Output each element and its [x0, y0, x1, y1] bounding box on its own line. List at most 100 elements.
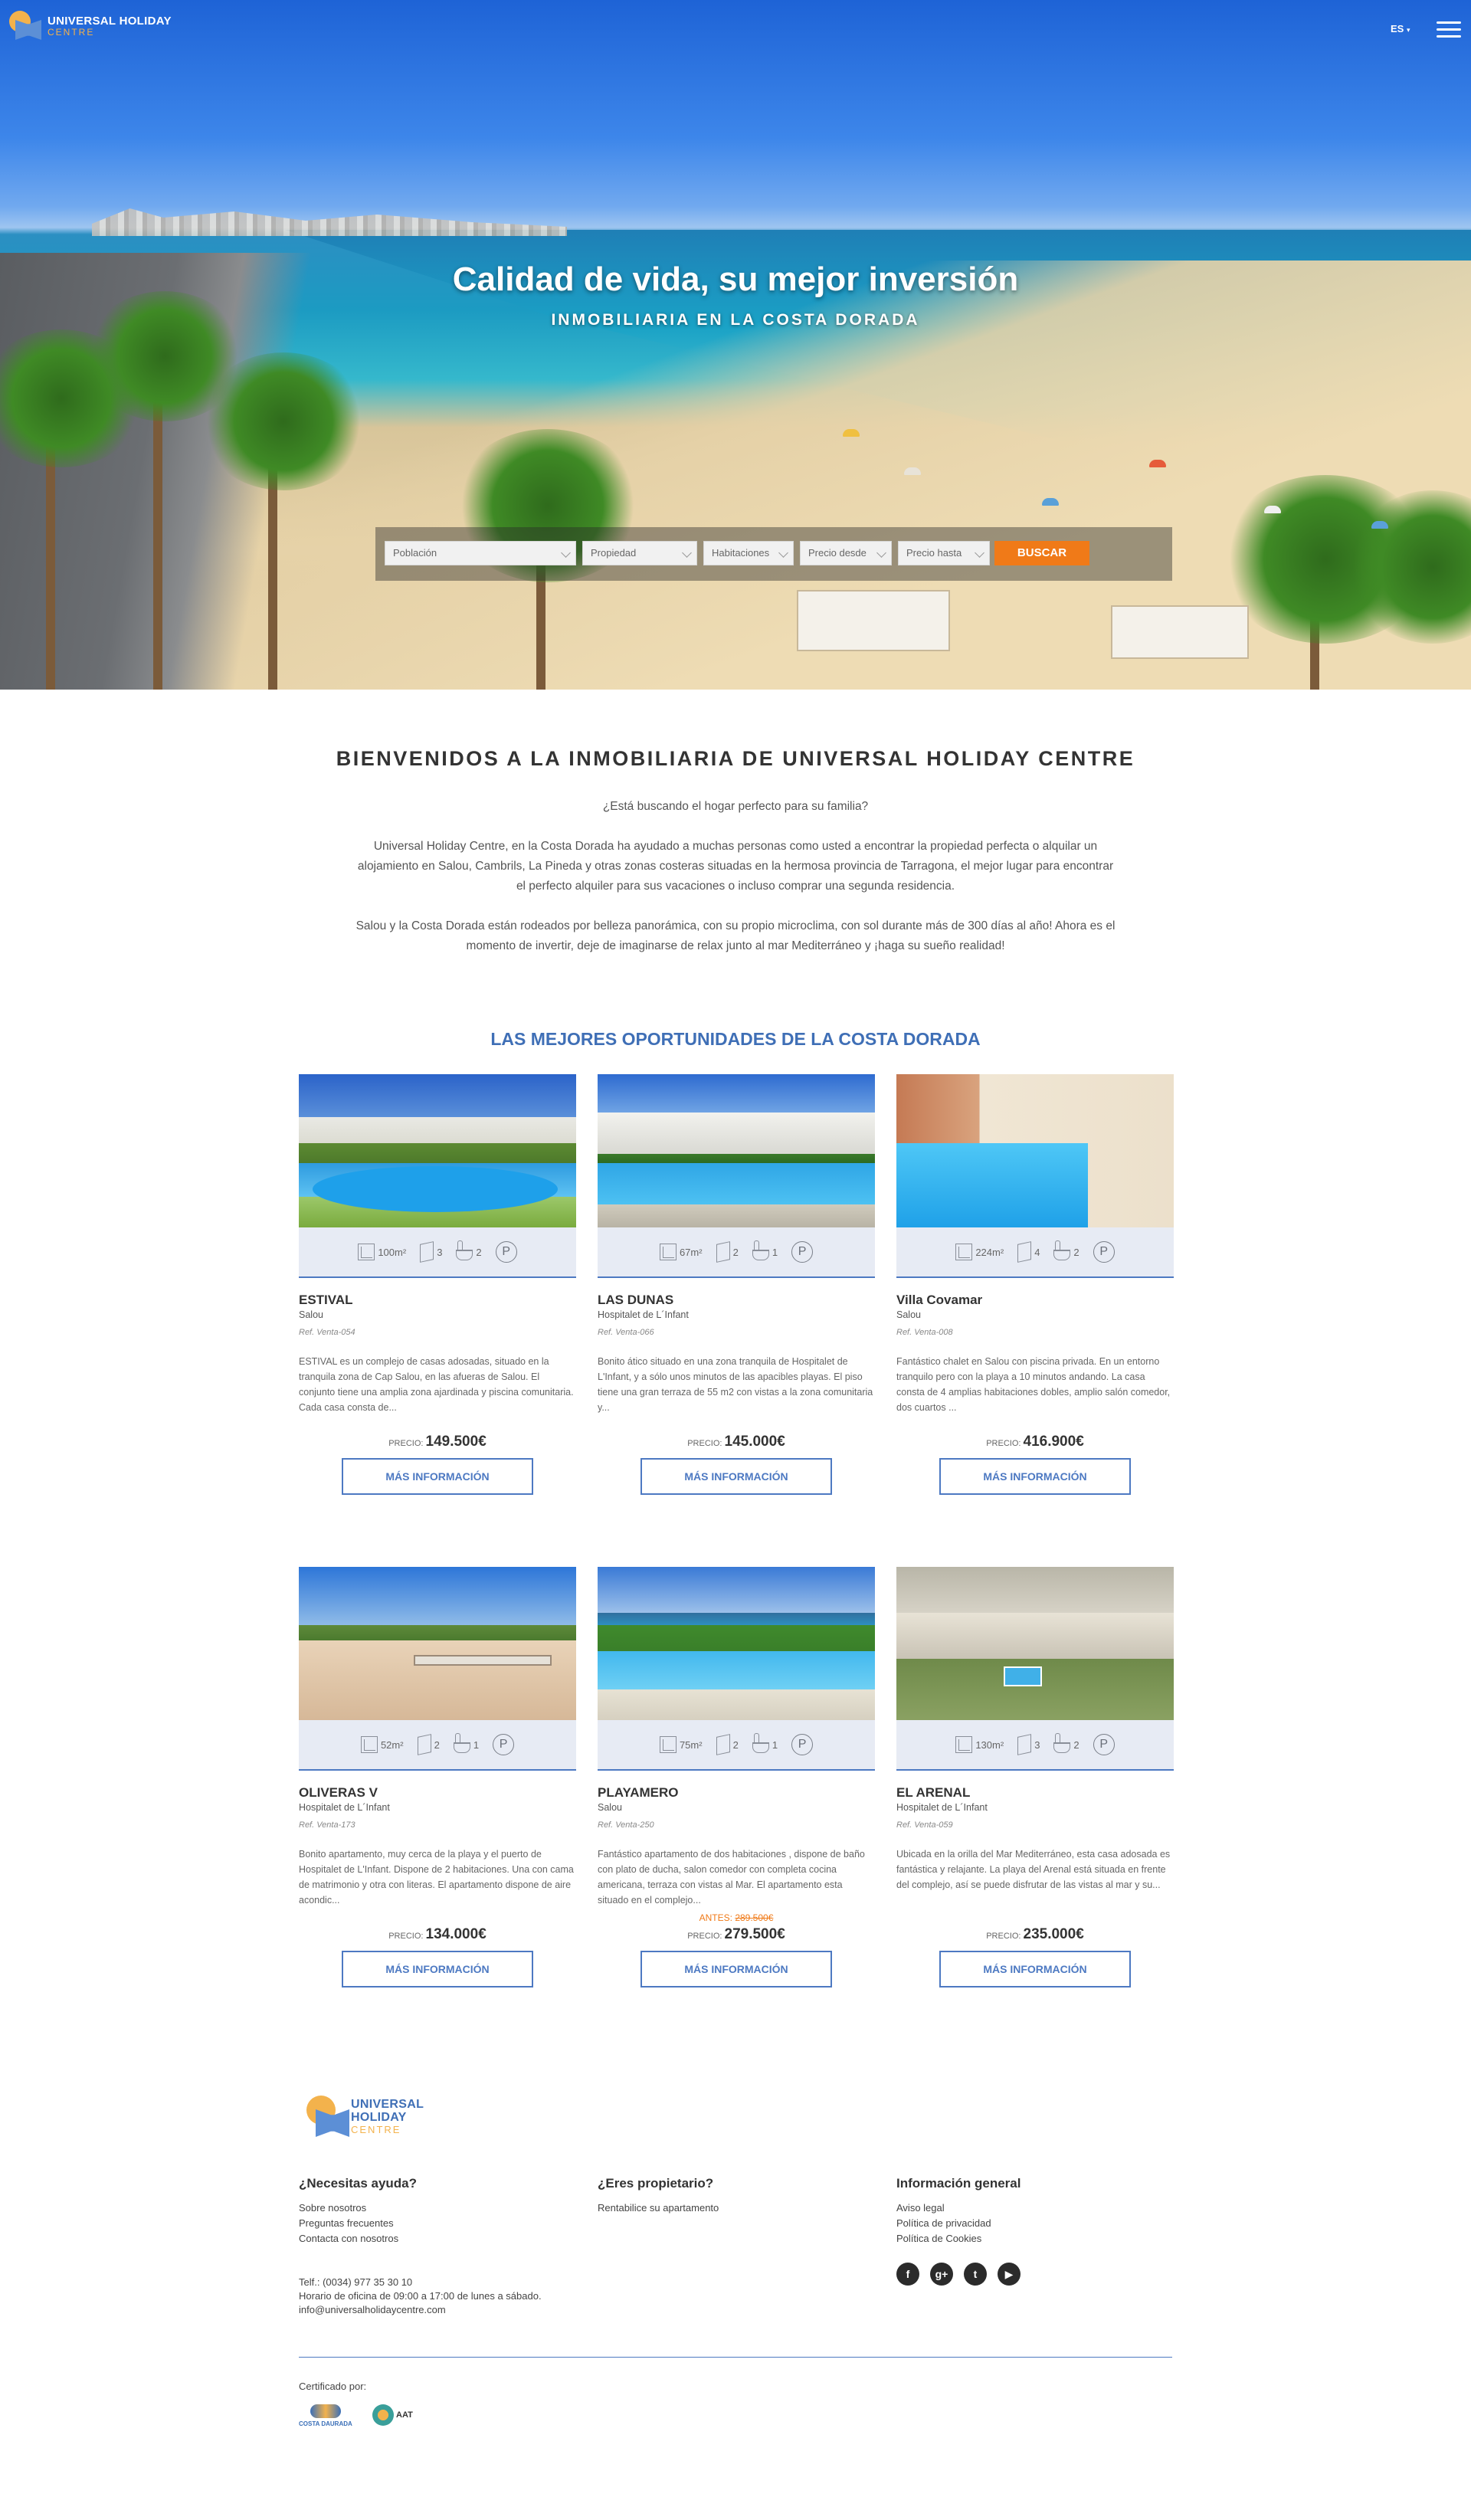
facebook-icon[interactable]: f: [896, 2263, 919, 2286]
logo-icon: [306, 2096, 349, 2138]
property-image[interactable]: [299, 1567, 576, 1720]
propiedad-select[interactable]: Propiedad: [582, 541, 697, 565]
rooms-value: 3: [1034, 1738, 1040, 1751]
beach-kiosk: [1111, 605, 1249, 659]
property-image[interactable]: [598, 1567, 875, 1720]
previous-price-value: 289.500€: [735, 1912, 774, 1923]
precio-hasta-select[interactable]: Precio hasta: [898, 541, 990, 565]
property-name[interactable]: ESTIVAL: [299, 1293, 576, 1308]
more-info-button[interactable]: MÁS INFORMACIÓN: [640, 1951, 832, 1987]
precio-hasta-label: Precio hasta: [906, 547, 962, 559]
area-value: 130m²: [975, 1738, 1004, 1751]
property-name[interactable]: PLAYAMERO: [598, 1785, 875, 1801]
area-feature: 130m²: [955, 1736, 1004, 1753]
language-selector[interactable]: ES ▾: [1391, 23, 1410, 34]
property-name[interactable]: Villa Covamar: [896, 1293, 1174, 1308]
caret-down-icon: ▾: [1406, 26, 1410, 34]
footer-link-rent[interactable]: Rentabilice su apartamento: [598, 2200, 873, 2216]
parking-icon: P: [1093, 1241, 1115, 1263]
property-price: PRECIO: 279.500€: [598, 1926, 875, 1943]
more-info-button[interactable]: MÁS INFORMACIÓN: [939, 1458, 1131, 1495]
image-detail: [414, 1655, 552, 1666]
property-card: 224m² 4 2 P Villa Covamar Salou Ref. Ven…: [896, 1074, 1174, 1495]
footer-link-legal[interactable]: Aviso legal: [896, 2200, 1172, 2216]
rooms-feature: 4: [1017, 1241, 1040, 1263]
property-features: 100m² 3 2 P: [299, 1227, 576, 1278]
area-feature: 52m²: [360, 1736, 404, 1753]
property-image[interactable]: [896, 1567, 1174, 1720]
property-name[interactable]: EL ARENAL: [896, 1785, 1174, 1801]
footer-link-faq[interactable]: Preguntas frecuentes: [299, 2216, 575, 2231]
poblacion-select[interactable]: Población: [385, 541, 576, 565]
property-price: PRECIO: 134.000€: [299, 1926, 576, 1943]
menu-icon[interactable]: [1437, 21, 1461, 38]
property-card: 67m² 2 1 P LAS DUNAS Hospitalet de L´Inf…: [598, 1074, 875, 1495]
costa-daurada-logo[interactable]: COSTA DAURADA: [299, 2404, 352, 2427]
property-location: Salou: [299, 1309, 323, 1320]
welcome-question: ¿Está buscando el hogar perfecto para su…: [602, 800, 869, 813]
area-icon: [659, 1244, 677, 1260]
footer-link-contact[interactable]: Contacta con nosotros: [299, 2231, 575, 2246]
logo-text: UNIVERSAL HOLIDAY: [48, 14, 172, 28]
parking-icon: P: [495, 1241, 517, 1263]
property-location: Hospitalet de L´Infant: [299, 1802, 390, 1813]
logo-icon: [9, 11, 43, 41]
twitter-icon[interactable]: t: [964, 2263, 987, 2286]
parking-icon: P: [791, 1734, 814, 1755]
property-location: Salou: [598, 1802, 622, 1813]
social-links: f g+ t ▶: [896, 2263, 1021, 2286]
property-image[interactable]: [598, 1074, 875, 1227]
habitaciones-select[interactable]: Habitaciones: [703, 541, 794, 565]
contact-email[interactable]: info@universalholidaycentre.com: [299, 2303, 542, 2317]
door-icon: [1017, 1241, 1032, 1263]
aat-icon: [372, 2404, 394, 2426]
image-detail: [1004, 1666, 1042, 1686]
aat-text: AAT: [396, 2410, 413, 2420]
search-button[interactable]: BUSCAR: [994, 541, 1089, 565]
baths-value: 1: [772, 1738, 778, 1751]
baths-feature: 1: [752, 1240, 778, 1260]
footer-link-privacy[interactable]: Política de privacidad: [896, 2216, 1172, 2231]
more-info-button[interactable]: MÁS INFORMACIÓN: [640, 1458, 832, 1495]
welcome-paragraph-1: Universal Holiday Centre, en la Costa Do…: [357, 840, 1114, 893]
price-label: PRECIO:: [388, 1439, 424, 1448]
price-value: 416.900€: [1023, 1434, 1084, 1450]
price-value: 134.000€: [425, 1926, 487, 1942]
logo-subtext: CENTRE: [48, 26, 95, 38]
youtube-icon[interactable]: ▶: [998, 2263, 1021, 2286]
umbrella: [1042, 498, 1059, 506]
google-plus-icon[interactable]: g+: [930, 2263, 953, 2286]
welcome-paragraph-2: Salou y la Costa Dorada están rodeados p…: [355, 919, 1116, 952]
more-info-button[interactable]: MÁS INFORMACIÓN: [939, 1951, 1131, 1987]
baths-feature: 2: [456, 1240, 482, 1260]
more-info-button[interactable]: MÁS INFORMACIÓN: [342, 1458, 533, 1495]
city-skyline: [92, 208, 567, 236]
price-label: PRECIO:: [986, 1932, 1021, 1941]
property-image[interactable]: [299, 1074, 576, 1227]
bathtub-icon: [1053, 1733, 1071, 1753]
certified-by-label: Certificado por:: [299, 2381, 367, 2392]
more-info-button[interactable]: MÁS INFORMACIÓN: [342, 1951, 533, 1987]
area-icon: [358, 1244, 375, 1260]
baths-value: 2: [476, 1246, 482, 1258]
property-ref: Ref. Venta-250: [598, 1820, 654, 1830]
header-logo[interactable]: UNIVERSAL HOLIDAY CENTRE: [9, 11, 172, 41]
aat-logo[interactable]: AAT: [372, 2404, 413, 2426]
hero-subtitle: INMOBILIARIA EN LA COSTA DORADA: [551, 311, 920, 329]
property-name[interactable]: OLIVERAS V: [299, 1785, 576, 1801]
door-icon: [1017, 1734, 1032, 1755]
property-name[interactable]: LAS DUNAS: [598, 1293, 875, 1308]
property-price: PRECIO: 149.500€: [299, 1434, 576, 1450]
baths-feature: 2: [1053, 1240, 1079, 1260]
umbrella: [1149, 460, 1166, 467]
footer-link-about[interactable]: Sobre nosotros: [299, 2200, 575, 2216]
contact-phone[interactable]: Telf.: (0034) 977 35 30 10: [299, 2276, 542, 2289]
search-bar: Población Propiedad Habitaciones Precio …: [375, 527, 1172, 581]
footer-link-cookies[interactable]: Política de Cookies: [896, 2231, 1172, 2246]
precio-desde-select[interactable]: Precio desde: [800, 541, 892, 565]
footer-logo[interactable]: UNIVERSAL HOLIDAY CENTRE: [306, 2096, 424, 2138]
area-icon: [360, 1736, 378, 1753]
rooms-value: 2: [434, 1738, 440, 1751]
property-image[interactable]: [896, 1074, 1174, 1227]
property-ref: Ref. Venta-066: [598, 1328, 654, 1337]
